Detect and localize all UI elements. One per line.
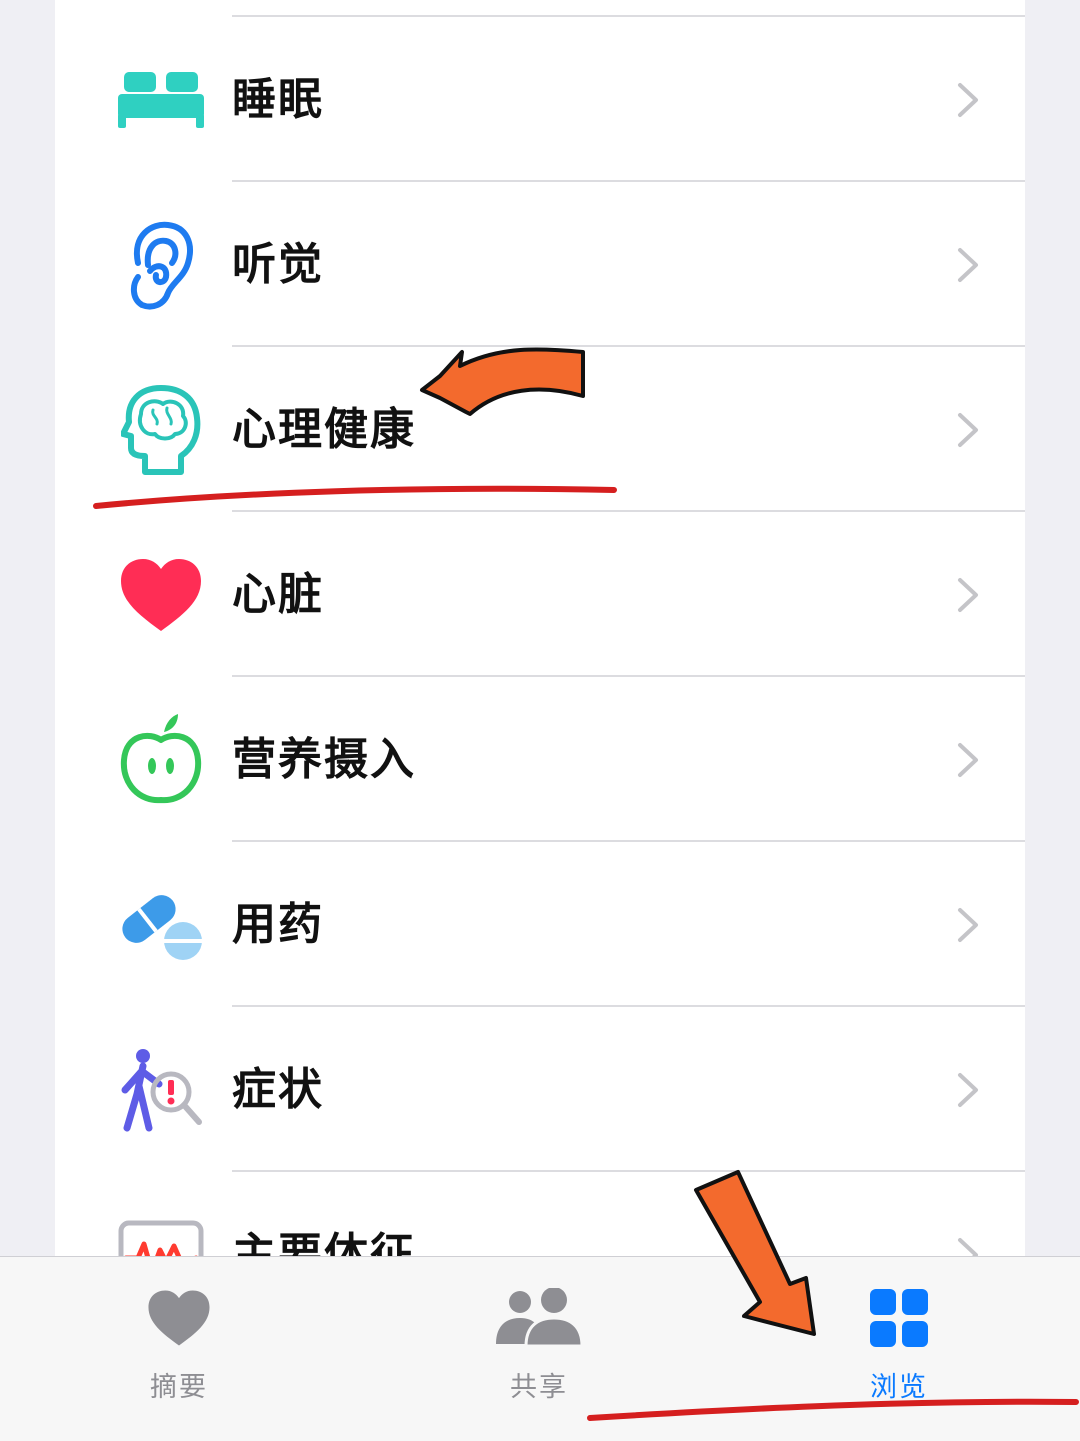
bed-icon [113,52,209,148]
heart-icon [113,547,209,643]
tab-summary[interactable]: 摘要 [119,1257,239,1441]
tab-browse[interactable]: 浏览 [839,1257,959,1441]
chevron-right-icon [958,413,978,447]
list-item-label: 睡眠 [232,74,324,125]
list-item-mental-health[interactable]: 心理健康 [55,347,1025,512]
list-item-label: 心脏 [232,569,324,620]
chevron-right-icon [958,908,978,942]
list-item-label: 用药 [232,899,324,950]
chevron-right-icon [958,578,978,612]
tab-label: 摘要 [150,1372,208,1403]
list-item-nutrition[interactable]: 营养摄入 [55,677,1025,842]
apple-icon [113,712,209,808]
list-item-heart[interactable]: 心脏 [55,512,1025,677]
tab-bar: 摘要 共享 浏览 [0,1256,1080,1441]
pills-icon [113,877,209,973]
list-item-sleep[interactable]: 睡眠 [55,17,1025,182]
brain-head-icon [113,382,209,478]
chevron-right-icon [958,1073,978,1107]
grid-icon [854,1275,944,1361]
list-item-symptoms[interactable]: 症状 [55,1007,1025,1172]
ear-icon [113,217,209,313]
list-item-vitals[interactable]: 主要体征 [55,1172,1025,1256]
chevron-right-icon [958,1238,978,1256]
vitals-monitor-icon [113,1207,209,1256]
chevron-right-icon [958,743,978,777]
list-item-label: 听觉 [232,239,324,290]
list-item-label: 症状 [232,1064,324,1115]
chevron-right-icon [958,248,978,282]
tab-label: 浏览 [870,1372,928,1403]
tab-label: 共享 [510,1372,568,1403]
people-icon [494,1275,584,1361]
list-item-hearing[interactable]: 听觉 [55,182,1025,347]
tab-sharing[interactable]: 共享 [479,1257,599,1441]
list-item-label: 营养摄入 [232,734,416,785]
heart-icon [134,1275,224,1361]
list-item-label: 心理健康 [232,404,416,455]
list-item-medications[interactable]: 用药 [55,842,1025,1007]
chevron-right-icon [958,83,978,117]
list-item-label: 主要体征 [232,1229,416,1256]
person-alert-icon [113,1042,209,1138]
browse-category-list: 睡眠 听觉 心理健康 心脏 营养摄入 用药 症状 主要体征 [55,0,1025,1256]
